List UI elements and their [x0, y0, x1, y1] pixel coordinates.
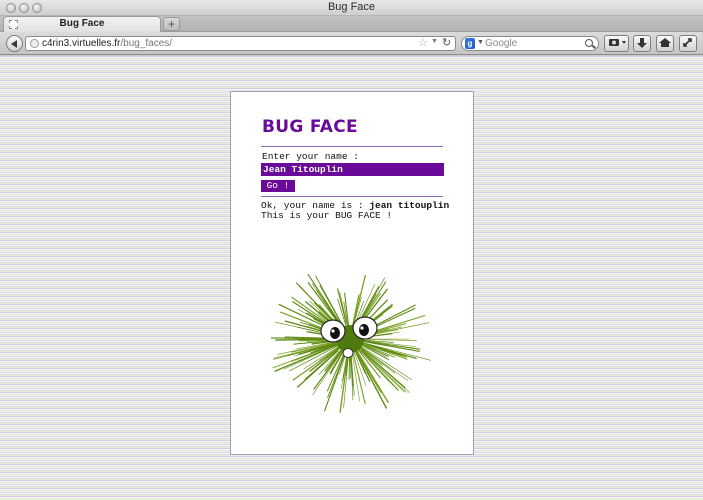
bug-face-illustration [270, 274, 431, 413]
go-button[interactable]: Go ! [261, 180, 295, 192]
tab-label: Bug Face [59, 18, 105, 29]
search-icon[interactable] [585, 39, 593, 47]
url-text: c4rin3.virtuelles.fr/bug_faces/ [42, 38, 172, 49]
tab-bug-face[interactable]: Bug Face [3, 16, 161, 32]
home-icon [659, 38, 671, 47]
page-title: BUG FACE [262, 117, 358, 137]
bug-spike [367, 339, 417, 341]
left-pupil [330, 327, 340, 339]
window-titlebar: Bug Face [0, 0, 703, 16]
search-engine-icon[interactable]: g [465, 38, 475, 49]
search-placeholder: Google [485, 38, 518, 49]
right-eye-glint [360, 326, 364, 330]
downloads-button[interactable] [633, 35, 651, 52]
search-bar[interactable]: g ▼ Google [461, 36, 599, 51]
fullscreen-icon [683, 38, 692, 47]
url-domain: c4rin3.virtuelles.fr [42, 38, 121, 49]
screenshot-menu-button[interactable] [604, 35, 629, 52]
download-arrow-icon [637, 38, 647, 48]
tab-bar: Bug Face + [0, 16, 703, 32]
name-input[interactable] [261, 163, 444, 176]
content-card: BUG FACE Enter your name : Go ! Ok, your… [230, 91, 474, 455]
history-dropdown-icon[interactable]: ▼ [431, 38, 438, 45]
right-pupil [359, 324, 369, 336]
new-tab-button[interactable]: + [163, 17, 180, 31]
page-viewport: BUG FACE Enter your name : Go ! Ok, your… [0, 56, 703, 500]
name-prompt-label: Enter your name : [262, 151, 359, 162]
divider [261, 196, 443, 197]
reload-icon[interactable]: ↻ [442, 36, 451, 49]
left-eye-glint [331, 329, 335, 333]
navigation-bar: c4rin3.virtuelles.fr/bug_faces/ ☆ ▼ ↻ g … [0, 32, 703, 55]
bookmark-star-icon[interactable]: ☆ [418, 36, 428, 49]
result-line-2: This is your BUG FACE ! [261, 210, 393, 221]
globe-icon [30, 39, 39, 48]
window-title: Bug Face [327, 1, 376, 13]
divider [261, 146, 443, 147]
fullscreen-button[interactable] [679, 35, 697, 52]
back-button[interactable] [6, 35, 23, 52]
camera-icon [608, 39, 626, 46]
bug-mouth [342, 348, 354, 358]
address-bar[interactable]: c4rin3.virtuelles.fr/bug_faces/ ☆ ▼ ↻ [25, 36, 456, 51]
url-path: /bug_faces/ [120, 38, 173, 49]
engine-dropdown-icon[interactable]: ▼ [477, 39, 484, 46]
home-button[interactable] [656, 35, 674, 52]
